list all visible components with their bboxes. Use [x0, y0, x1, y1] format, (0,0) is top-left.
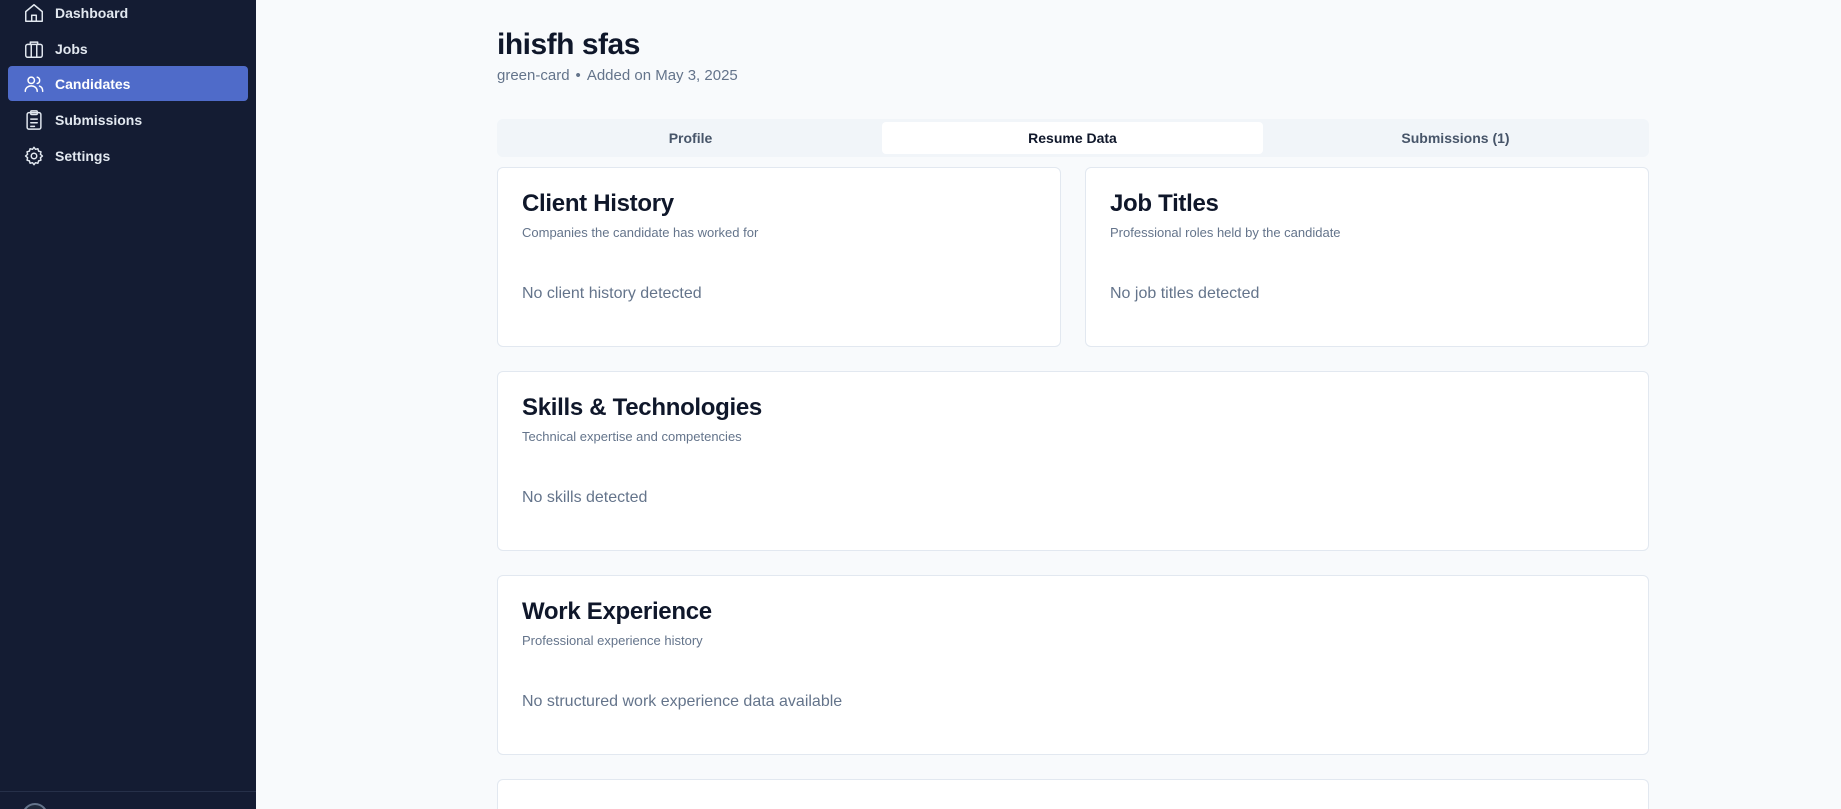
- added-date: Added on May 3, 2025: [586, 67, 738, 84]
- sidebar-item-dashboard[interactable]: Dashboard: [8, 0, 248, 30]
- sidebar-item-label: Candidates: [55, 75, 131, 92]
- sidebar-item-label: Submissions: [55, 111, 143, 128]
- empty-state: No client history detected: [522, 285, 702, 302]
- users-icon: [24, 75, 44, 92]
- card-description: Professional roles held by the candidate: [1110, 225, 1341, 240]
- clipboard-icon: [26, 109, 42, 130]
- tab-resume-data[interactable]: Resume Data: [882, 122, 1263, 154]
- separator: •: [575, 67, 581, 84]
- card-description: Technical expertise and competencies: [522, 429, 742, 444]
- gear-icon: [24, 146, 44, 165]
- sidebar-item-candidates[interactable]: Candidates: [8, 66, 248, 101]
- sidebar-item-submissions[interactable]: Submissions: [8, 102, 248, 137]
- card-title: Job Titles: [1110, 190, 1219, 217]
- tab-list: Profile Resume Data Submissions (1): [497, 119, 1649, 157]
- job-titles-card: Job Titles Professional roles held by th…: [1085, 167, 1649, 347]
- card-title: Client History: [522, 190, 674, 217]
- sidebar-item-jobs[interactable]: Jobs: [8, 31, 248, 66]
- empty-state: No job titles detected: [1110, 285, 1260, 302]
- page-title: ihisfh sfas: [497, 28, 640, 61]
- home-icon: [25, 3, 43, 22]
- sidebar: Dashboard Jobs Candidates Submissions Se…: [0, 0, 256, 809]
- client-history-card: Client History Companies the candidate h…: [497, 167, 1061, 347]
- skills-card: Skills & Technologies Technical expertis…: [497, 371, 1649, 551]
- card-title: Work Experience: [522, 598, 712, 625]
- avatar[interactable]: [22, 803, 48, 809]
- empty-state: No structured work experience data avail…: [522, 693, 843, 710]
- sidebar-item-settings[interactable]: Settings: [8, 138, 248, 173]
- sidebar-item-label: Dashboard: [55, 4, 129, 21]
- tab-submissions[interactable]: Submissions (1): [1265, 122, 1646, 154]
- sidebar-item-label: Jobs: [55, 40, 88, 57]
- card-title: Skills & Technologies: [522, 394, 762, 421]
- candidate-status: green-card: [497, 67, 570, 84]
- page-subtitle: green-card • Added on May 3, 2025: [497, 67, 738, 84]
- card-description: Companies the candidate has worked for: [522, 225, 759, 240]
- briefcase-icon: [25, 40, 43, 58]
- sidebar-divider: [0, 791, 256, 792]
- tab-profile[interactable]: Profile: [500, 122, 881, 154]
- card-description: Professional experience history: [522, 633, 703, 648]
- work-experience-card: Work Experience Professional experience …: [497, 575, 1649, 755]
- sidebar-item-label: Settings: [55, 147, 111, 164]
- empty-state: No skills detected: [522, 489, 648, 506]
- next-section-card: [497, 779, 1649, 809]
